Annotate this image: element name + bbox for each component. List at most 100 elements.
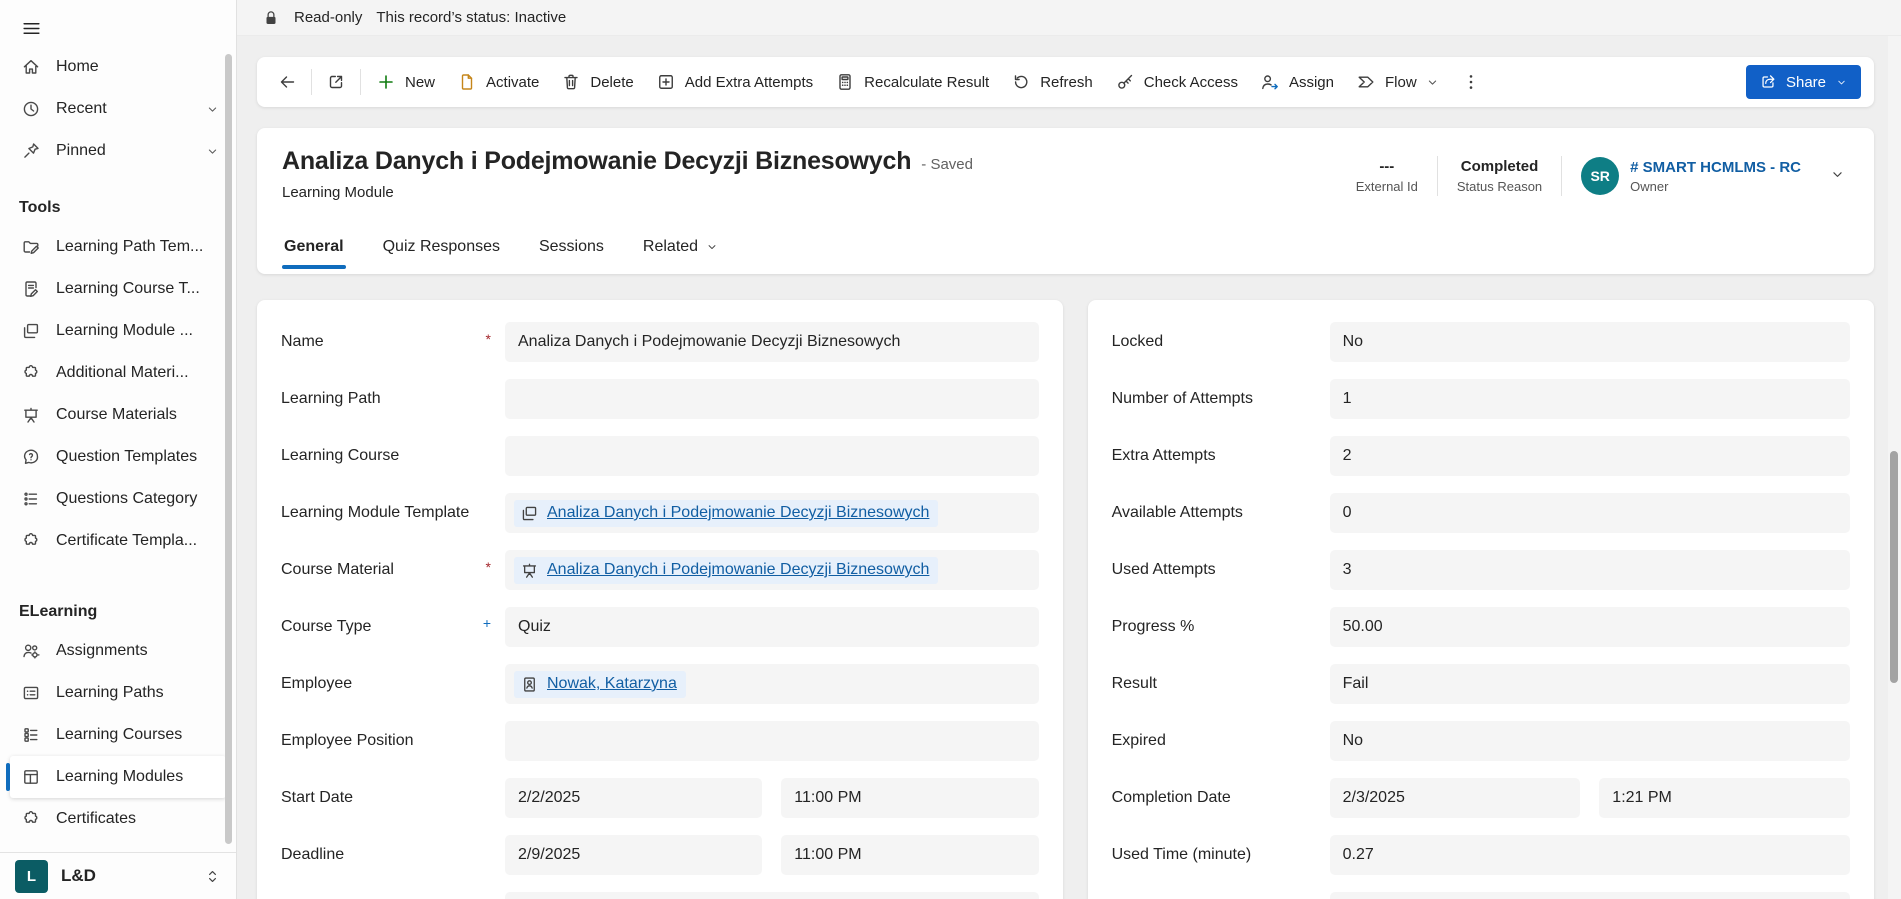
flow-button[interactable]: Flow <box>1345 63 1451 101</box>
refresh-button[interactable]: Refresh <box>1000 63 1104 101</box>
sidebar-item-certificates[interactable]: Certificates <box>0 798 236 840</box>
employee-input[interactable]: Nowak, Katarzyna <box>505 664 1039 704</box>
delete-button[interactable]: Delete <box>550 63 644 101</box>
progress-input[interactable]: 50.00 <box>1330 607 1850 647</box>
expired-input[interactable]: No <box>1330 721 1850 761</box>
right-extra-input[interactable] <box>1330 892 1850 899</box>
save-status: - Saved <box>921 156 973 173</box>
trash-icon <box>561 72 581 92</box>
tab-label: General <box>284 238 344 256</box>
popout-button[interactable] <box>316 63 356 101</box>
new-button[interactable]: New <box>365 63 446 101</box>
back-button[interactable] <box>267 63 307 101</box>
field-text-value: 3 <box>1343 561 1352 579</box>
owner-link[interactable]: # SMART HCMLMS - RC <box>1630 159 1801 176</box>
field-value <box>505 892 1039 899</box>
field-label: Extra Attempts <box>1112 447 1330 465</box>
sidebar-item-certificate-templa[interactable]: Certificate Templa... <box>0 520 236 562</box>
page-content: New ActivateDeleteAdd Extra AttemptsRecal… <box>237 57 1901 899</box>
course-material-input[interactable]: Analiza Danych i Podejmowanie Decyzji Bi… <box>505 550 1039 590</box>
check-access-button[interactable]: Check Access <box>1104 63 1249 101</box>
field-label: Learning Path <box>281 390 505 408</box>
sidebar-item-learning-courses[interactable]: Learning Courses <box>0 714 236 756</box>
overflow-button[interactable] <box>1451 63 1491 101</box>
deadline-date-input[interactable]: 2/9/2025 <box>505 835 762 875</box>
sidebar-item-learning-module[interactable]: Learning Module ... <box>0 310 236 352</box>
tab-general[interactable]: General <box>282 238 346 274</box>
field-label: Start Date <box>281 789 505 807</box>
sidebar-item-additional-materi[interactable]: Additional Materi... <box>0 352 236 394</box>
deadline-time-input[interactable]: 11:00 PM <box>781 835 1038 875</box>
name-input[interactable]: Analiza Danych i Podejmowanie Decyzji Bi… <box>505 322 1039 362</box>
course-material-link[interactable]: Analiza Danych i Podejmowanie Decyzji Bi… <box>547 561 929 579</box>
sidebar-item-label: Course Materials <box>56 406 177 424</box>
page-scrollbar-track[interactable] <box>1888 36 1901 899</box>
sidebar-section-title: Tools <box>0 190 236 226</box>
area-switcher[interactable]: L L&D <box>0 852 236 899</box>
readonly-label: Read-only <box>294 9 362 26</box>
sidebar-item-learning-course-t[interactable]: Learning Course T... <box>0 268 236 310</box>
easel-icon <box>520 561 539 580</box>
sidebar-item-learning-paths[interactable]: Learning Paths <box>0 672 236 714</box>
number-of-attempts-input[interactable]: 1 <box>1330 379 1850 419</box>
sidebar-item-pinned[interactable]: Pinned <box>0 130 236 172</box>
collapse-header-button[interactable] <box>1825 164 1849 188</box>
chat-question-icon <box>21 447 41 467</box>
sidebar-item-home[interactable]: Home <box>0 46 236 88</box>
sidebar-section-title: ELearning <box>0 594 236 630</box>
completion-date-time-input[interactable]: 1:21 PM <box>1599 778 1850 818</box>
learning-module-template-link[interactable]: Analiza Danych i Podejmowanie Decyzji Bi… <box>547 504 929 522</box>
extra-attempts-input[interactable]: 2 <box>1330 436 1850 476</box>
add-extra-attempts-button[interactable]: Add Extra Attempts <box>645 63 824 101</box>
field-label-text: Result <box>1112 675 1157 693</box>
learning-module-template-input[interactable]: Analiza Danych i Podejmowanie Decyzji Bi… <box>505 493 1039 533</box>
page-scrollbar-thumb[interactable] <box>1890 451 1898 683</box>
field-value: 3 <box>1330 550 1850 590</box>
form-field-row: Available Attempts0 <box>1112 493 1850 533</box>
field-text-value: 2 <box>1343 447 1352 465</box>
app-root: HomeRecentPinned ToolsLearning Path Tem..… <box>0 0 1901 899</box>
hamburger-menu-button[interactable] <box>13 10 49 46</box>
employee-position-input[interactable] <box>505 721 1039 761</box>
left-extra-input[interactable] <box>505 892 1039 899</box>
required-marker: * <box>486 331 491 347</box>
owner-label: Owner <box>1630 179 1801 194</box>
start-date-date-input[interactable]: 2/2/2025 <box>505 778 762 818</box>
sidebar-item-recent[interactable]: Recent <box>0 88 236 130</box>
used-time-minute-input[interactable]: 0.27 <box>1330 835 1850 875</box>
learning-path-input[interactable] <box>505 379 1039 419</box>
sidebar-item-questions-category[interactable]: Questions Category <box>0 478 236 520</box>
tab-quiz-responses[interactable]: Quiz Responses <box>381 238 502 274</box>
share-icon <box>1759 73 1777 91</box>
activate-button[interactable]: Activate <box>446 63 550 101</box>
date-value: 2/3/2025 <box>1343 789 1405 807</box>
tab-related[interactable]: Related <box>641 238 721 274</box>
sidebar-item-question-templates[interactable]: Question Templates <box>0 436 236 478</box>
field-value <box>1330 892 1850 899</box>
tab-sessions[interactable]: Sessions <box>537 238 606 274</box>
recalculate-result-button[interactable]: Recalculate Result <box>824 63 1000 101</box>
available-attempts-input[interactable]: 0 <box>1330 493 1850 533</box>
share-button[interactable]: Share <box>1746 65 1861 99</box>
field-value <box>505 721 1039 761</box>
field-label: Available Attempts <box>1112 504 1330 522</box>
locked-input[interactable]: No <box>1330 322 1850 362</box>
learning-course-input[interactable] <box>505 436 1039 476</box>
start-date-time-input[interactable]: 11:00 PM <box>781 778 1038 818</box>
result-input[interactable]: Fail <box>1330 664 1850 704</box>
course-material-lookup-pill: Analiza Danych i Podejmowanie Decyzji Bi… <box>514 557 938 584</box>
form-field-row: Progress %50.00 <box>1112 607 1850 647</box>
completion-date-date-input[interactable]: 2/3/2025 <box>1330 778 1581 818</box>
sidebar-scrollbar[interactable] <box>225 54 232 844</box>
sidebar-item-learning-modules[interactable]: Learning Modules <box>10 756 226 798</box>
employee-link[interactable]: Nowak, Katarzyna <box>547 675 677 693</box>
assign-button[interactable]: Assign <box>1249 63 1345 101</box>
course-type-input[interactable]: Quiz <box>505 607 1039 647</box>
command-label: New <box>405 74 435 91</box>
sidebar-item-course-materials[interactable]: Course Materials <box>0 394 236 436</box>
used-attempts-input[interactable]: 3 <box>1330 550 1850 590</box>
form-field-row: Name*Analiza Danych i Podejmowanie Decyz… <box>281 322 1039 362</box>
sidebar-item-assignments[interactable]: Assignments <box>0 630 236 672</box>
sidebar-item-learning-path-tem[interactable]: Learning Path Tem... <box>0 226 236 268</box>
tab-label: Quiz Responses <box>383 238 500 256</box>
